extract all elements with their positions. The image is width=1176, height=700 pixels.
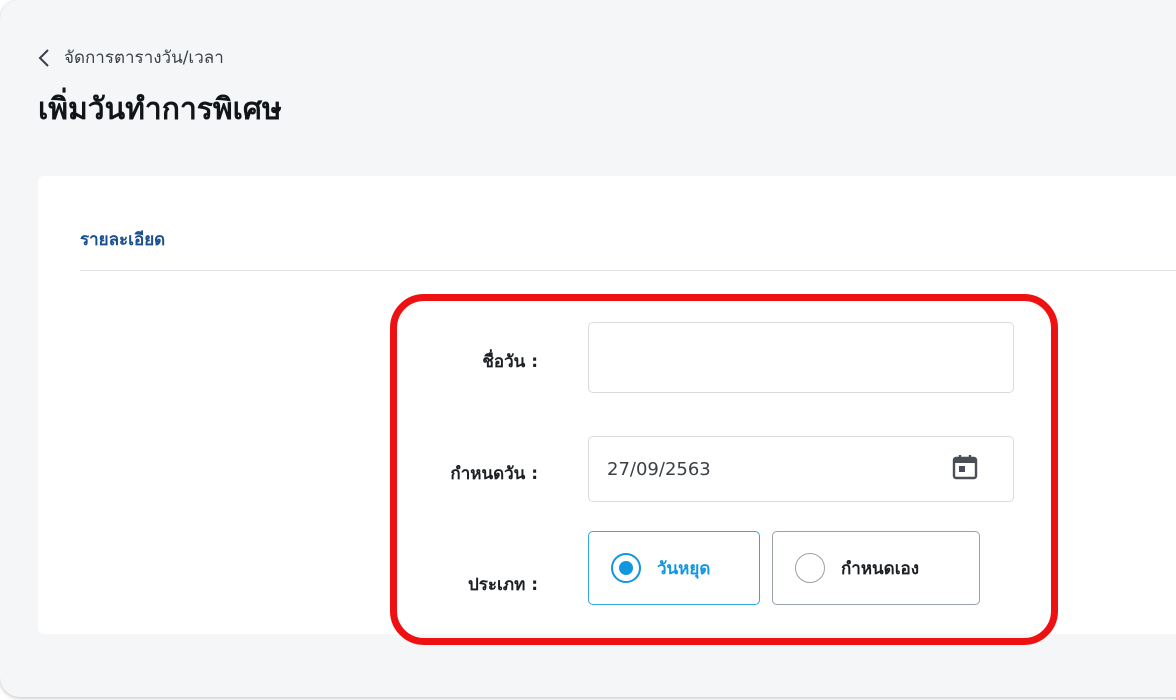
date-input[interactable]: 27/09/2563 bbox=[588, 436, 1014, 502]
type-option-custom[interactable]: กำหนดเอง bbox=[772, 531, 980, 605]
day-name-label: ชื่อวัน : bbox=[482, 352, 538, 372]
page-title: เพิ่มวันทำการพิเศษ bbox=[38, 92, 282, 127]
section-title: รายละเอียด bbox=[80, 230, 166, 250]
date-label: กำหนดวัน : bbox=[450, 464, 538, 484]
chevron-left-icon[interactable] bbox=[38, 48, 50, 68]
date-value: 27/09/2563 bbox=[607, 459, 711, 480]
type-option-label: กำหนดเอง bbox=[841, 558, 920, 579]
app-window: จัดการตารางวัน/เวลา เพิ่มวันทำการพิเศษ ร… bbox=[0, 0, 1176, 697]
details-card: รายละเอียด ชื่อวัน : กำหนดวัน : 27/09/25… bbox=[38, 176, 1176, 634]
day-name-input[interactable] bbox=[588, 322, 1014, 393]
breadcrumb[interactable]: จัดการตารางวัน/เวลา bbox=[38, 44, 224, 71]
radio-selected-icon bbox=[611, 553, 641, 583]
type-option-label: วันหยุด bbox=[657, 558, 711, 579]
type-option-holiday[interactable]: วันหยุด bbox=[588, 531, 760, 605]
radio-unselected-icon bbox=[795, 553, 825, 583]
calendar-icon[interactable] bbox=[951, 453, 979, 485]
section-divider bbox=[80, 270, 1176, 271]
type-label: ประเภท : bbox=[468, 575, 538, 595]
breadcrumb-label[interactable]: จัดการตารางวัน/เวลา bbox=[64, 44, 224, 71]
